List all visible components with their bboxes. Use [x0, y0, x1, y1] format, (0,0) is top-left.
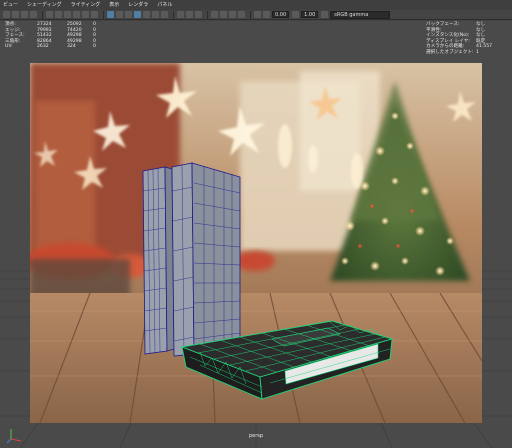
- field-chart-icon[interactable]: [82, 11, 89, 18]
- backface-culling-icon[interactable]: [195, 11, 202, 18]
- screen-space-ao-icon[interactable]: [211, 11, 218, 18]
- viewport-menu-bar: ビュー シェーディング ライティング 表示 レンダラ パネル: [0, 0, 512, 10]
- gamma-icon[interactable]: [292, 11, 300, 18]
- depth-of-field-icon[interactable]: [238, 11, 245, 18]
- safe-action-icon[interactable]: [91, 11, 98, 18]
- image-plane-icon[interactable]: [30, 11, 37, 18]
- color-management-icon[interactable]: [321, 11, 329, 18]
- resolution-gate-icon[interactable]: [64, 11, 71, 18]
- menu-panels[interactable]: パネル: [157, 0, 172, 10]
- hud-value: 0: [93, 44, 96, 50]
- object-details-hud: バックフェース: なし 平滑性: なし インスタンス化(No): なし ディスプ…: [426, 22, 492, 56]
- wireframe-on-shaded-icon[interactable]: [134, 11, 141, 18]
- xray-joints-icon[interactable]: [186, 11, 193, 18]
- view-transform-dropdown[interactable]: sRGB gamma: [330, 10, 391, 19]
- hud-row-selected-objects: 選択したオブジェクト: 1: [426, 50, 492, 56]
- toolbar-divider: [250, 10, 251, 19]
- perspective-viewport[interactable]: 頂点: 27324 25092 0 エッジ: 79992 74420 0 フェー…: [0, 21, 512, 448]
- multisample-aa-icon[interactable]: [229, 11, 236, 18]
- hud-label: UV:: [5, 44, 13, 50]
- camera-attributes-icon[interactable]: [12, 11, 19, 18]
- scene-render: [0, 63, 512, 448]
- motion-blur-icon[interactable]: [220, 11, 227, 18]
- vhs-case-left-wireframe: [142, 166, 175, 355]
- menu-lighting[interactable]: ライティング: [71, 0, 101, 10]
- toolbar-divider: [42, 10, 43, 19]
- menu-renderer[interactable]: レンダラ: [128, 0, 148, 10]
- textured-icon[interactable]: [143, 11, 150, 18]
- vhs-case-right-wireframe: [171, 162, 241, 357]
- toolbar-divider: [207, 10, 208, 19]
- use-all-lights-icon[interactable]: [152, 11, 159, 18]
- default-material-icon[interactable]: [125, 11, 132, 18]
- maya-window: ビュー シェーディング ライティング 表示 レンダラ パネル 0.00 1.00…: [0, 0, 512, 448]
- exposure-icon[interactable]: [263, 11, 270, 18]
- grid-icon[interactable]: [46, 11, 53, 18]
- menu-view[interactable]: ビュー: [3, 0, 18, 10]
- camera-name-label: persp: [248, 433, 264, 439]
- shadows-icon[interactable]: [161, 11, 168, 18]
- bookmark-icon[interactable]: [21, 11, 28, 18]
- gate-mask-icon[interactable]: [73, 11, 80, 18]
- toolbar-divider: [173, 10, 174, 19]
- smooth-shade-icon[interactable]: [116, 11, 123, 18]
- hud-row-uvs: UV: 2632 324 0: [5, 44, 96, 50]
- gamma-field[interactable]: 1.00: [301, 11, 319, 18]
- xray-icon[interactable]: [177, 11, 184, 18]
- wireframe-icon[interactable]: [107, 11, 114, 18]
- film-gate-icon[interactable]: [55, 11, 62, 18]
- menu-show[interactable]: 表示: [109, 0, 119, 10]
- hud-value: 1: [476, 49, 479, 55]
- isolate-select-icon[interactable]: [254, 11, 261, 18]
- hud-label: 選択したオブジェクト:: [426, 49, 474, 55]
- menu-shading[interactable]: シェーディング: [27, 0, 62, 10]
- poly-count-hud: 頂点: 27324 25092 0 エッジ: 79992 74420 0 フェー…: [5, 22, 96, 50]
- exposure-field[interactable]: 0.00: [272, 11, 290, 18]
- toolbar-divider: [103, 10, 104, 19]
- viewport-toolbar: 0.00 1.00 sRGB gamma: [0, 10, 512, 20]
- hud-value: 324: [67, 44, 76, 50]
- hud-value: 2632: [37, 44, 49, 50]
- select-camera-icon[interactable]: [3, 11, 10, 18]
